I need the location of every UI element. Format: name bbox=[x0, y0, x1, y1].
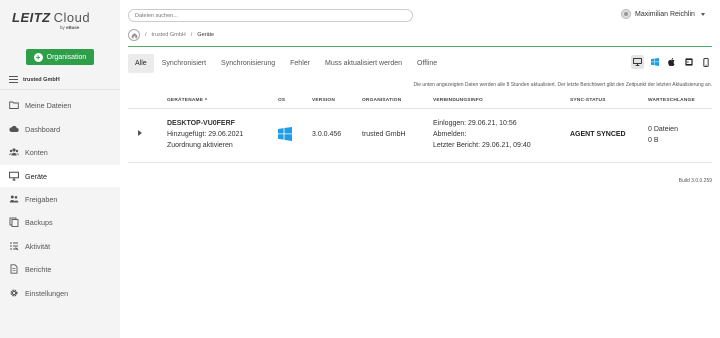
add-organisation-label: Organisation bbox=[46, 53, 87, 61]
menu-icon bbox=[9, 76, 18, 83]
document-icon bbox=[10, 264, 18, 274]
sidebar-item-backups[interactable]: Backups bbox=[0, 211, 120, 233]
status-tabs: Alle Synchronisiert Synchronisierung Feh… bbox=[128, 54, 445, 73]
sidebar-item-label: Geräte bbox=[25, 171, 47, 181]
breadcrumb-current: Geräte bbox=[197, 32, 215, 38]
desktop-icon[interactable] bbox=[631, 55, 644, 69]
brand-name: LEITZ bbox=[12, 10, 51, 25]
sidebar-item-label: Meine Dateien bbox=[25, 100, 72, 110]
last-report-time: Letzter Bericht: 29.06.21, 09:40 bbox=[433, 142, 531, 149]
sidebar-divider bbox=[0, 89, 120, 90]
breadcrumb-org[interactable]: trusted GmbH bbox=[152, 32, 186, 38]
brand-vendor: eBase bbox=[66, 25, 80, 30]
device-organisation: trusted GmbH bbox=[362, 131, 406, 138]
share-users-icon bbox=[9, 195, 19, 203]
activate-assignment-link[interactable]: Zuordnung aktivieren bbox=[167, 140, 243, 151]
device-cell: DESKTOP-VU0FERF Hinzugefügt: 29.06.2021 … bbox=[167, 118, 243, 151]
tab-synchronisiert[interactable]: Synchronisiert bbox=[155, 54, 213, 73]
plus-icon: + bbox=[33, 52, 43, 62]
add-organisation-button[interactable]: + Organisation bbox=[26, 49, 94, 65]
sidebar-item-geraete[interactable]: Geräte bbox=[0, 165, 120, 187]
gear-icon bbox=[10, 289, 18, 297]
tab-muss-aktualisiert-werden[interactable]: Muss aktualisiert werden bbox=[318, 54, 409, 73]
breadcrumb-separator: / bbox=[145, 32, 147, 38]
queue-info: 0 Dateien 0 B bbox=[648, 124, 678, 146]
sidebar-item-konten[interactable]: Konten bbox=[0, 141, 120, 163]
home-icon[interactable] bbox=[128, 29, 140, 41]
column-header-organisation: ORGANISATION bbox=[362, 98, 402, 103]
queue-size: 0 B bbox=[648, 137, 659, 144]
column-header-sync-status: SYNC-STATUS bbox=[570, 98, 606, 103]
device-name[interactable]: DESKTOP-VU0FERF bbox=[167, 118, 243, 129]
header-divider bbox=[128, 46, 712, 47]
sync-status: AGENT SYNCED bbox=[570, 131, 626, 138]
column-header-version: VERSION bbox=[312, 98, 335, 103]
user-name: Maximilian Reichlin bbox=[635, 10, 695, 18]
breadcrumb: / trusted GmbH / Geräte bbox=[128, 29, 214, 41]
sidebar-item-aktivitaet[interactable]: Aktivität bbox=[0, 235, 120, 257]
queue-files: 0 Dateien bbox=[648, 126, 678, 133]
tab-synchronisierung[interactable]: Synchronisierung bbox=[214, 54, 282, 73]
breadcrumb-separator: / bbox=[190, 32, 193, 38]
sidebar-item-label: Backups bbox=[25, 217, 53, 227]
sidebar-item-berichte[interactable]: Berichte bbox=[0, 258, 120, 280]
tab-fehler[interactable]: Fehler bbox=[283, 54, 317, 73]
update-info-note: Die unten angezeigten Daten werden alle … bbox=[413, 82, 712, 88]
apple-icon[interactable] bbox=[665, 55, 678, 69]
row-divider bbox=[128, 162, 712, 163]
expand-row-icon[interactable] bbox=[138, 130, 142, 136]
build-version: Build 3.0.0.259 bbox=[678, 178, 712, 184]
table-header-divider bbox=[128, 108, 712, 109]
activity-icon bbox=[10, 242, 19, 251]
login-time: Einloggen: 29.06.21, 10:56 bbox=[433, 120, 517, 127]
avatar bbox=[621, 9, 631, 19]
connection-info: Einloggen: 29.06.21, 10:56 Abmelden: Let… bbox=[433, 118, 531, 151]
user-menu[interactable]: Maximilian Reichlin bbox=[621, 9, 705, 19]
brand-product: Cloud bbox=[53, 10, 91, 25]
sidebar: LEITZ Cloud by eBase + Organisation trust… bbox=[0, 0, 120, 338]
leitz-cloud-logo[interactable]: LEITZ Cloud by eBase bbox=[12, 10, 102, 34]
chevron-down-icon bbox=[700, 12, 705, 16]
tab-alle[interactable]: Alle bbox=[128, 54, 154, 73]
search-input[interactable] bbox=[128, 9, 413, 22]
sidebar-item-dashboard[interactable]: Dashboard bbox=[0, 118, 120, 140]
sidebar-item-label: Freigaben bbox=[25, 194, 58, 204]
sidebar-item-label: Aktivität bbox=[25, 241, 51, 251]
cloud-icon bbox=[9, 125, 19, 132]
windows-icon bbox=[278, 127, 292, 141]
sidebar-item-label: Konten bbox=[25, 147, 48, 157]
brand-by: by bbox=[60, 25, 65, 30]
column-header-os: OS bbox=[278, 98, 286, 103]
device-version: 3.0.0.456 bbox=[312, 131, 342, 138]
logout-time: Abmelden: bbox=[433, 131, 467, 138]
column-header-name[interactable]: GERÄTENAME ^ bbox=[167, 98, 208, 103]
sidebar-item-label: Einstellungen bbox=[25, 288, 69, 298]
sidebar-item-label: Dashboard bbox=[25, 124, 61, 134]
sidebar-item-freigaben[interactable]: Freigaben bbox=[0, 188, 120, 210]
users-icon bbox=[9, 148, 19, 156]
tenant-switcher[interactable]: trusted GmbH bbox=[9, 76, 60, 83]
linux-icon[interactable] bbox=[682, 55, 695, 69]
sort-icon[interactable]: ^ bbox=[205, 98, 208, 103]
sidebar-item-einstellungen[interactable]: Einstellungen bbox=[0, 282, 120, 304]
backup-icon bbox=[9, 217, 19, 227]
tenant-name: trusted GmbH bbox=[23, 76, 60, 83]
windows-icon[interactable] bbox=[648, 55, 661, 69]
column-header-connection-info: VERBINDUNGSINFO bbox=[433, 98, 483, 103]
device-added-date: Hinzugefügt: 29.06.2021 bbox=[167, 131, 244, 138]
os-filter bbox=[631, 55, 712, 69]
column-header-queue: WARTESCHLANGE bbox=[648, 98, 695, 103]
tab-offline[interactable]: Offline bbox=[410, 54, 444, 73]
sidebar-item-meine-dateien[interactable]: Meine Dateien bbox=[0, 94, 120, 116]
sidebar-item-label: Berichte bbox=[25, 264, 52, 274]
folder-icon bbox=[9, 101, 19, 109]
monitor-icon bbox=[9, 171, 19, 181]
mobile-icon[interactable] bbox=[699, 55, 712, 69]
